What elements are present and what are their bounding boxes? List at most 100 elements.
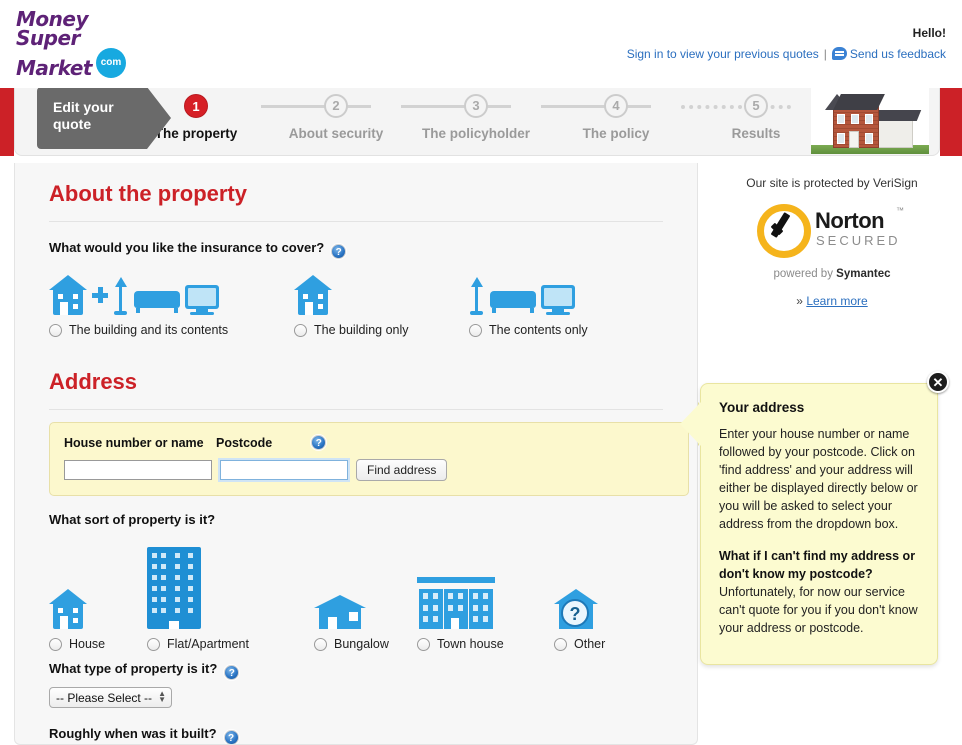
- checkmark-icon: [769, 216, 799, 238]
- bungalow-icon: [314, 595, 366, 629]
- greeting-text: Hello!: [912, 26, 946, 40]
- property-option-flat[interactable]: Flat/Apartment: [147, 545, 249, 651]
- norton-secured-badge: Norton SECURED ™: [757, 204, 907, 260]
- step-item-3[interactable]: 3 The policyholder: [411, 94, 541, 141]
- step-number-2: 2: [324, 94, 348, 118]
- step-connector-2-3: [401, 105, 511, 108]
- house-icon: [294, 275, 332, 315]
- step-number-3: 3: [464, 94, 488, 118]
- step-label-4: The policy: [582, 126, 650, 141]
- property-type-select[interactable]: -- Please Select --: [49, 687, 172, 708]
- sort-label-0: House: [69, 637, 106, 651]
- step-bar-inner: Edit your quote 1 The property 2 About s…: [14, 88, 940, 156]
- town-house-icon: [417, 577, 495, 629]
- house-icon: [49, 589, 87, 629]
- help-icon-type[interactable]: ?: [224, 665, 240, 680]
- television-icon: [185, 285, 219, 315]
- trademark-symbol: ™: [896, 206, 904, 215]
- sort-label-2: Bungalow: [334, 637, 389, 651]
- close-icon[interactable]: ✕: [927, 371, 949, 393]
- radio-flat[interactable]: [147, 637, 160, 651]
- address-section-title: Address: [49, 369, 138, 394]
- address-input-box: House number or name Postcode ? Find add…: [49, 422, 689, 496]
- house-icon-wrap: [49, 545, 105, 629]
- house-photo-image: [811, 88, 929, 154]
- step-connector-3-4: [541, 105, 651, 108]
- property-type-select-wrap: -- Please Select -- ▲ ▼: [49, 687, 172, 708]
- step-label-5: Results: [731, 126, 781, 141]
- site-logo[interactable]: Money Super Market com: [16, 9, 146, 80]
- radio-building-and-contents[interactable]: [49, 323, 62, 337]
- address-inputs-row: Find address: [64, 459, 674, 481]
- property-option-bungalow[interactable]: Bungalow: [314, 545, 389, 651]
- property-option-townhouse[interactable]: Town house: [417, 545, 504, 651]
- verisign-text: Our site is protected by VeriSign: [746, 176, 918, 190]
- cover-icons-contents-only: [469, 267, 588, 315]
- other-icon-wrap: ?: [554, 545, 605, 629]
- signin-link[interactable]: Sign in to view your previous quotes: [627, 47, 819, 61]
- television-icon: [541, 285, 575, 315]
- powered-prefix: powered by: [773, 268, 837, 280]
- header-links: Sign in to view your previous quotes | Sen…: [627, 47, 946, 61]
- sort-label-4: Other: [574, 637, 606, 651]
- step-item-4[interactable]: 4 The policy: [551, 94, 681, 141]
- cover-question-text: What would you like the insurance to cov…: [49, 240, 325, 255]
- chevron-right-icon: »: [796, 294, 807, 308]
- title-divider: [49, 221, 663, 222]
- house-icon: [49, 275, 87, 315]
- cover-option-building-only[interactable]: The building only: [294, 267, 409, 337]
- cover-options-row: The building and its contents The buildi…: [49, 267, 675, 357]
- radio-contents-only[interactable]: [469, 323, 482, 337]
- cover-label-0: The building and its contents: [69, 323, 229, 337]
- step-connector-1-2: [261, 105, 371, 108]
- cover-icons-building-contents: [49, 267, 228, 315]
- step-number-4: 4: [604, 94, 628, 118]
- property-option-other[interactable]: ? Other: [554, 545, 605, 651]
- address-labels-row: House number or name Postcode ?: [64, 435, 674, 450]
- step-number-1: 1: [184, 94, 208, 118]
- step-label-3: The policyholder: [421, 126, 530, 141]
- logo-line-2: Super: [16, 26, 80, 50]
- logo-line-3: Market: [16, 56, 92, 80]
- radio-other[interactable]: [554, 637, 567, 651]
- type-question-label: What type of property is it??: [49, 661, 675, 680]
- radio-house[interactable]: [49, 637, 62, 651]
- radio-building-only[interactable]: [294, 323, 307, 337]
- cover-label-2: The contents only: [489, 323, 588, 337]
- page-title: About the property: [49, 181, 247, 206]
- cover-question-label: What would you like the insurance to cov…: [49, 240, 675, 259]
- property-type-options-row: House Flat/Apartment Bungalow Town house…: [49, 533, 675, 651]
- radio-bungalow[interactable]: [314, 637, 327, 651]
- radio-townhouse[interactable]: [417, 637, 430, 651]
- speech-bubble-icon: [831, 47, 847, 60]
- lamp-icon: [469, 275, 485, 315]
- tooltip-subbody: Unfortunately, for now our service can't…: [719, 585, 918, 635]
- sofa-icon: [490, 291, 536, 313]
- sofa-icon: [134, 291, 180, 313]
- other-property-question-icon: ?: [554, 589, 598, 629]
- help-icon-cover[interactable]: ?: [331, 244, 347, 259]
- security-sidebar: Our site is protected by VeriSign Norton…: [712, 176, 952, 308]
- property-option-house[interactable]: House: [49, 545, 105, 651]
- sort-label-1: Flat/Apartment: [167, 637, 249, 651]
- postcode-input[interactable]: [220, 460, 348, 480]
- help-icon-address[interactable]: ?: [311, 435, 327, 450]
- find-address-button[interactable]: Find address: [356, 459, 448, 481]
- norton-wordmark: Norton: [815, 208, 885, 233]
- house-number-input[interactable]: [64, 460, 212, 480]
- step-item-5[interactable]: 5 Results: [691, 94, 821, 141]
- feedback-link[interactable]: Send us feedback: [850, 47, 946, 61]
- cover-icons-building-only: [294, 267, 409, 315]
- postcode-label: Postcode: [216, 435, 273, 450]
- help-icon-built[interactable]: ?: [223, 730, 239, 744]
- edit-your-quote-tab[interactable]: Edit your quote: [37, 88, 171, 149]
- plus-icon: [92, 287, 108, 303]
- house-number-label: House number or name: [64, 435, 204, 450]
- step-item-2[interactable]: 2 About security: [271, 94, 401, 141]
- step-number-5: 5: [744, 94, 768, 118]
- red-accent-bar-left: [0, 88, 14, 156]
- learn-more-link[interactable]: Learn more: [806, 294, 867, 308]
- cover-option-building-and-contents[interactable]: The building and its contents: [49, 267, 228, 337]
- step-connector-4-5: [681, 105, 791, 109]
- cover-option-contents-only[interactable]: The contents only: [469, 267, 588, 337]
